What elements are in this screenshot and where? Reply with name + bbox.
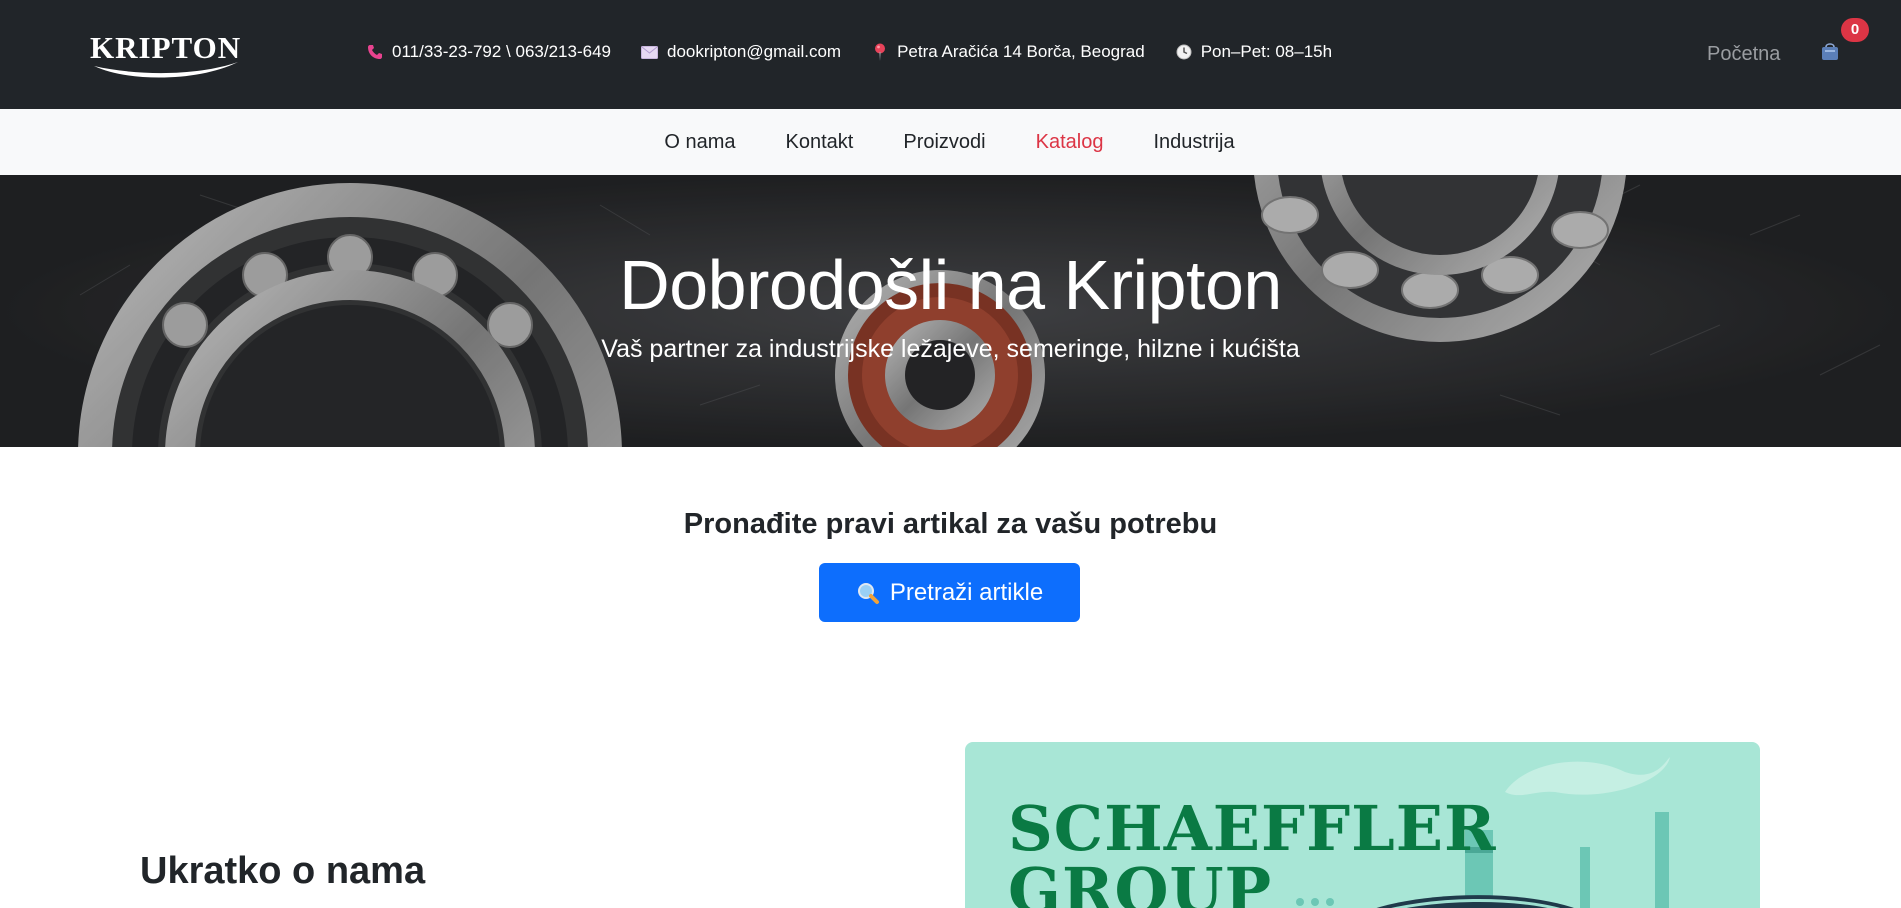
map-pin-icon xyxy=(871,43,889,61)
magnifier-icon xyxy=(856,581,880,605)
address-text: Petra Aračića 14 Borča, Beograd xyxy=(897,42,1145,61)
cart-icon[interactable] xyxy=(1820,42,1842,64)
phone-text: 011/33-23-792 \ 063/213-649 xyxy=(392,42,611,61)
hero-banner: Dobrodošli na Kripton Vaš partner za ind… xyxy=(0,175,1901,447)
hours-text: Pon–Pet: 08–15h xyxy=(1200,42,1333,61)
nav-item-o-nama[interactable]: O nama xyxy=(664,131,735,154)
clock-icon xyxy=(1175,43,1193,61)
hero-subtitle: Vaš partner za industrijske ležajeve, se… xyxy=(601,335,1300,363)
kripton-logo[interactable]: KRIPTON xyxy=(88,26,240,80)
envelope-icon xyxy=(641,43,659,61)
search-articles-button[interactable]: Pretraži artikle xyxy=(819,563,1080,622)
cart-count-badge: 0 xyxy=(1841,18,1869,42)
brand-line-2: GROUP xyxy=(1008,854,1273,908)
logo-text: KRIPTON xyxy=(90,30,242,65)
top-bar: KRIPTON 011/33-23-792 \ 063/213-649 dook… xyxy=(0,0,1901,109)
home-link[interactable]: Početna xyxy=(1707,43,1780,66)
contact-hours: Pon–Pet: 08–15h xyxy=(1175,42,1332,62)
phone-icon xyxy=(366,43,384,61)
nav-item-kontakt[interactable]: Kontakt xyxy=(786,131,854,154)
nav-item-katalog[interactable]: Katalog xyxy=(1036,131,1104,154)
contact-info: 011/33-23-792 \ 063/213-649 dookripton@g… xyxy=(366,42,1362,62)
contact-address: Petra Aračića 14 Borča, Beograd xyxy=(871,42,1145,62)
nav-item-industrija[interactable]: Industrija xyxy=(1153,131,1234,154)
about-heading: Ukratko o nama xyxy=(140,850,426,892)
main-nav: O nama Kontakt Proizvodi Katalog Industr… xyxy=(0,109,1901,175)
hero-title: Dobrodošli na Kripton xyxy=(619,246,1282,324)
search-button-label: Pretraži artikle xyxy=(889,578,1044,606)
contact-email: dookripton@gmail.com xyxy=(641,42,841,62)
schaeffler-brand-card: SCHAEFFLER GROUP xyxy=(965,742,1760,908)
search-heading: Pronađite pravi artikal za vašu potrebu xyxy=(683,508,1218,540)
contact-phone: 011/33-23-792 \ 063/213-649 xyxy=(366,42,611,62)
nav-links: O nama Kontakt Proizvodi Katalog Industr… xyxy=(0,109,1901,175)
email-text: dookripton@gmail.com xyxy=(666,42,842,61)
nav-item-proizvodi[interactable]: Proizvodi xyxy=(903,131,985,154)
